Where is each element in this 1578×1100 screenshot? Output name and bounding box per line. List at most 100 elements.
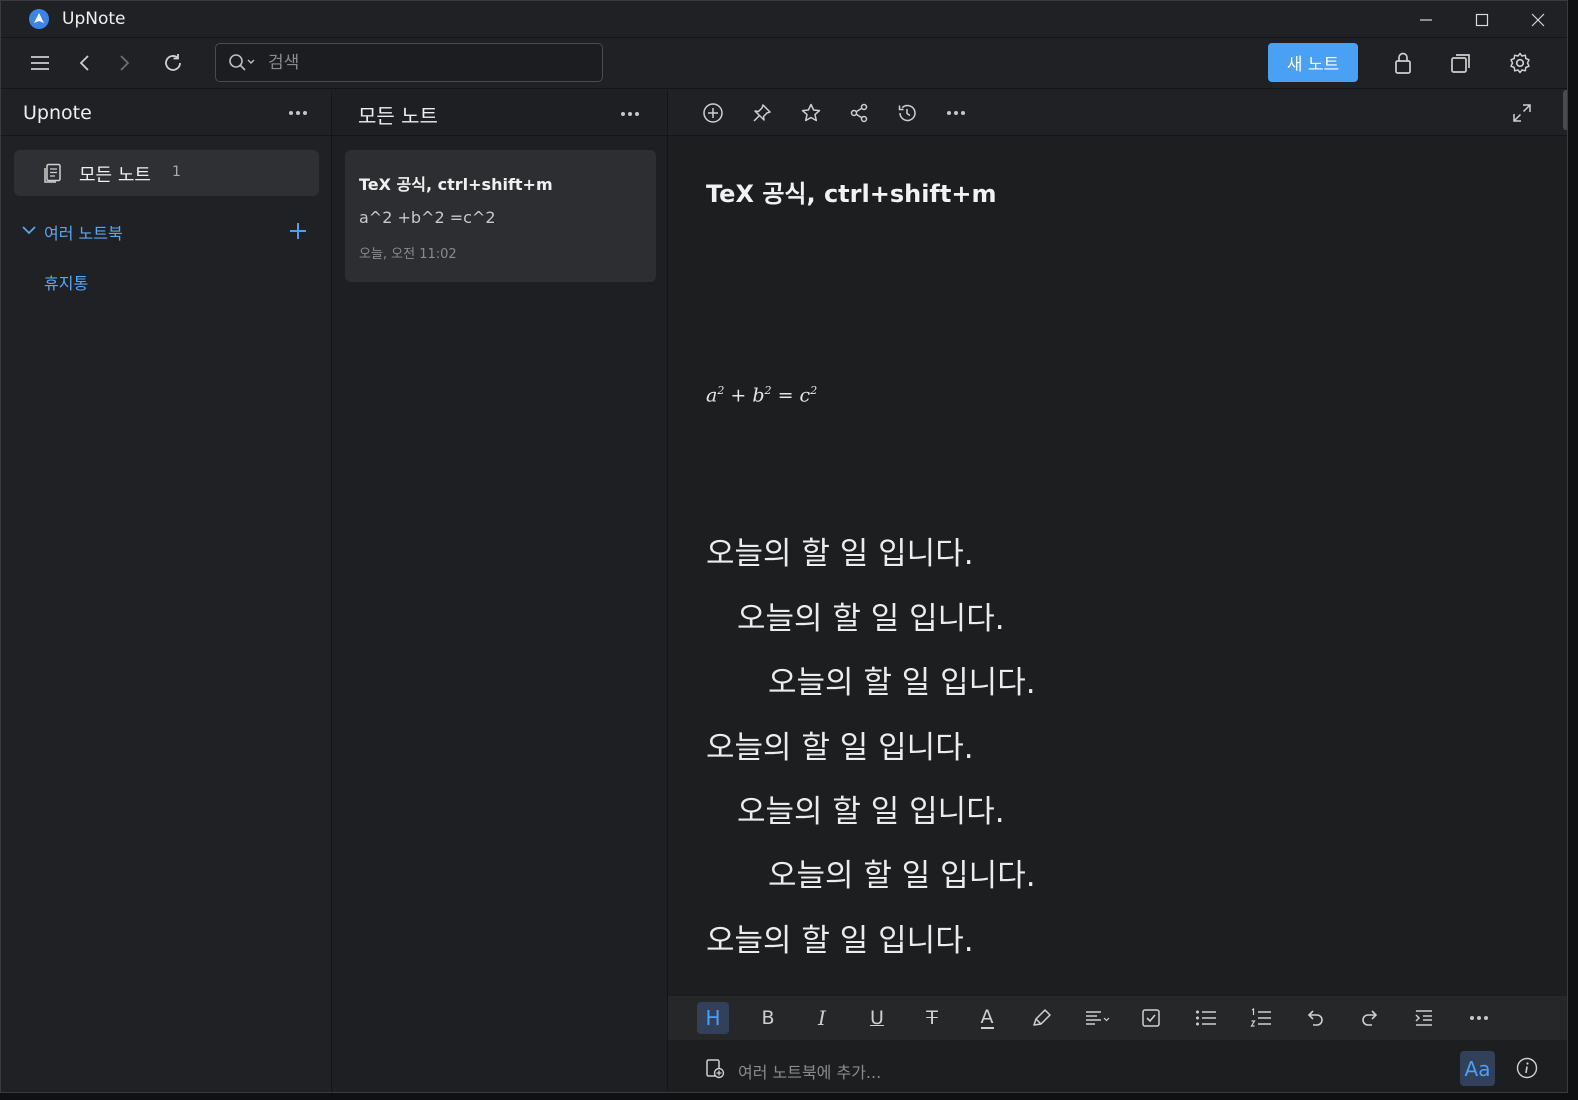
italic-button[interactable]: I <box>806 1002 838 1034</box>
upnote-window: UpNote 검색 새 노트 Upnote 모든 노트 1 여러 노트북 휴지통… <box>0 0 1568 1093</box>
heading-icon: H <box>705 1006 721 1030</box>
text-color-button[interactable]: A <box>971 1002 1003 1034</box>
bold-icon: B <box>761 1007 775 1029</box>
note-list-more-button[interactable] <box>616 104 644 124</box>
numbered-list-icon <box>1250 1007 1271 1027</box>
note-card[interactable]: TeX 공식, ctrl+shift+m a^2 +b^2 =c^2 오늘, 오… <box>345 150 656 282</box>
back-button[interactable] <box>69 47 101 79</box>
note-list-header: 모든 노트 <box>332 90 667 136</box>
highlighter-icon <box>1033 1009 1051 1026</box>
expand-button[interactable] <box>1506 97 1538 129</box>
new-note-button[interactable]: 새 노트 <box>1268 43 1358 82</box>
note-title[interactable]: TeX 공식, ctrl+shift+m <box>706 174 996 209</box>
chevron-down-icon <box>22 226 36 235</box>
star-icon <box>801 103 821 122</box>
sidebar-item-notebooks[interactable]: 여러 노트북 <box>1 218 331 244</box>
checklist-button[interactable] <box>1135 1002 1167 1034</box>
format-more-button[interactable] <box>1465 1008 1493 1028</box>
minimize-button[interactable] <box>1398 1 1454 38</box>
align-button[interactable] <box>1080 1002 1116 1034</box>
copy-window-icon <box>1451 54 1470 73</box>
main-toolbar: 새 노트 <box>1 38 1567 89</box>
notes-icon <box>44 163 61 183</box>
search-icon <box>229 54 255 71</box>
sidebar-header: Upnote <box>1 90 331 136</box>
hamburger-menu-icon <box>31 56 49 70</box>
italic-icon: I <box>818 1006 826 1030</box>
redo-button[interactable] <box>1354 1002 1386 1034</box>
add-circle-icon <box>703 103 723 123</box>
new-window-button[interactable] <box>1445 47 1477 79</box>
sidebar-item-all-notes[interactable]: 모든 노트 1 <box>14 150 319 196</box>
sidebar-item-label: 모든 노트 <box>79 165 151 186</box>
note-count: 1 <box>172 164 181 180</box>
add-button[interactable] <box>697 97 729 129</box>
info-button[interactable] <box>1516 1057 1538 1079</box>
editor-footer: 여러 노트북에 추가... Aa <box>668 1040 1567 1092</box>
search-input[interactable] <box>268 52 588 74</box>
highlight-button[interactable] <box>1026 1002 1058 1034</box>
undo-button[interactable] <box>1299 1002 1331 1034</box>
share-icon <box>850 103 868 123</box>
search-box[interactable] <box>215 43 603 82</box>
history-button[interactable] <box>891 97 923 129</box>
add-notebook-icon[interactable] <box>289 222 307 240</box>
bullet-list-button[interactable] <box>1190 1002 1222 1034</box>
underline-button[interactable]: U <box>861 1002 893 1034</box>
refresh-button[interactable] <box>157 47 189 79</box>
title-bar: UpNote <box>1 1 1567 38</box>
favorite-button[interactable] <box>795 97 827 129</box>
maximize-button[interactable] <box>1454 1 1510 38</box>
note-card-title: TeX 공식, ctrl+shift+m <box>359 175 553 194</box>
body-line[interactable]: 오늘의 할 일 입니다. <box>706 528 974 573</box>
body-line[interactable]: 오늘의 할 일 입니다. <box>706 722 974 767</box>
bullet-list-icon <box>1196 1010 1216 1026</box>
body-line[interactable]: 오늘의 할 일 입니다. <box>737 593 1005 638</box>
lock-button[interactable] <box>1387 47 1419 79</box>
sidebar-more-button[interactable] <box>284 103 312 123</box>
settings-button[interactable] <box>1504 47 1536 79</box>
body-line[interactable]: 오늘의 할 일 입니다. <box>706 915 974 960</box>
font-settings-button[interactable]: Aa <box>1460 1051 1495 1086</box>
chevron-right-icon <box>120 55 130 71</box>
strikethrough-icon: T <box>926 1007 938 1029</box>
body-line[interactable]: 오늘의 할 일 입니다. <box>737 786 1005 831</box>
editor-more-button[interactable] <box>942 103 970 123</box>
upnote-logo-icon <box>29 9 49 29</box>
body-line[interactable]: 오늘의 할 일 입니다. <box>768 850 1036 895</box>
tex-formula[interactable]: a2 + b2 = c2 <box>706 384 817 406</box>
add-to-notebook-field[interactable]: 여러 노트북에 추가... <box>738 1059 881 1083</box>
forward-button[interactable] <box>108 47 140 79</box>
share-button[interactable] <box>843 97 875 129</box>
align-left-icon <box>1086 1011 1110 1025</box>
redo-icon <box>1362 1010 1378 1026</box>
note-card-date: 오늘, 오전 11:02 <box>359 247 457 262</box>
minimize-icon <box>1420 18 1432 21</box>
undo-icon <box>1307 1010 1323 1026</box>
bold-button[interactable]: B <box>752 1002 784 1034</box>
lock-icon <box>1395 52 1411 74</box>
strikethrough-button[interactable]: T <box>916 1002 948 1034</box>
maximize-icon <box>1475 13 1489 26</box>
pin-icon <box>753 104 771 122</box>
note-list-title: 모든 노트 <box>358 104 438 128</box>
close-button[interactable] <box>1510 1 1566 38</box>
heading-button[interactable]: H <box>697 1002 729 1034</box>
notebook-add-icon <box>706 1059 725 1079</box>
refresh-icon <box>165 54 181 71</box>
pin-button[interactable] <box>746 97 778 129</box>
menu-button[interactable] <box>24 47 56 79</box>
editor-toolbar <box>668 90 1567 136</box>
editor-scrollbar[interactable] <box>1563 90 1567 130</box>
indent-button[interactable] <box>1408 1002 1440 1034</box>
text-color-icon: A <box>980 1006 994 1029</box>
expand-icon <box>1513 104 1531 122</box>
sidebar-item-trash[interactable]: 휴지통 <box>44 270 88 294</box>
note-editor: TeX 공식, ctrl+shift+m a2 + b2 = c2 오늘의 할 … <box>668 90 1567 1092</box>
underline-icon: U <box>870 1007 884 1029</box>
numbered-list-button[interactable] <box>1245 1002 1277 1034</box>
notebooks-label: 여러 노트북 <box>44 224 123 243</box>
note-card-preview: a^2 +b^2 =c^2 <box>359 208 496 227</box>
body-line[interactable]: 오늘의 할 일 입니다. <box>768 657 1036 702</box>
indent-icon <box>1415 1010 1432 1026</box>
